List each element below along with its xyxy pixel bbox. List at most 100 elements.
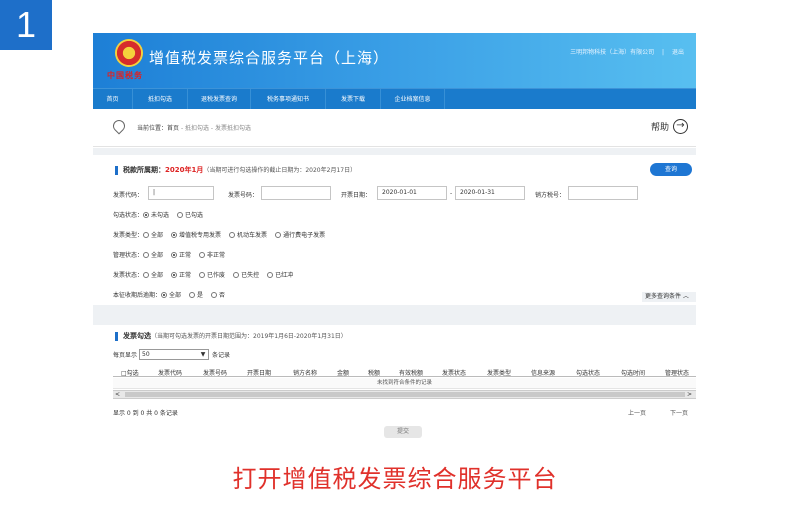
radio-vehicle[interactable]: 机动车发票 — [229, 230, 267, 239]
page-size-select[interactable]: 50 ▼ — [139, 349, 210, 360]
nav-deduction-select[interactable]: 抵扣勾选 — [133, 89, 188, 110]
radio-checked-icon — [171, 251, 178, 258]
radio-selected[interactable]: 已勾选 — [177, 210, 203, 219]
page-size-value: 50 — [142, 351, 150, 358]
site-title: 增值税发票综合服务平台（上海） — [149, 49, 390, 67]
submit-button[interactable]: 提交 — [384, 426, 422, 438]
radio-toll-e-invoice[interactable]: 通行费电子发票 — [275, 230, 325, 239]
help-button[interactable]: 帮助 → — [651, 119, 688, 134]
next-page-link[interactable]: 下一页 — [670, 410, 688, 417]
breadcrumb: 当前位置：首页 - 抵扣勾选 - 发票抵扣勾选 — [137, 123, 251, 132]
radio-all[interactable]: 全部 — [143, 230, 163, 239]
pagination: 上一页 下一页 — [606, 408, 688, 417]
radio-text: 非正常 — [207, 252, 226, 259]
manage-status-group: 管理状态： 全部 正常 非正常 — [113, 250, 233, 259]
invoice-number-input[interactable] — [261, 186, 331, 200]
col-select-all[interactable]: □勾选 — [121, 368, 139, 377]
horizontal-scrollbar[interactable]: < > — [113, 390, 696, 399]
scroll-left-icon[interactable]: < — [115, 391, 120, 398]
arrow-right-circle-icon: → — [673, 119, 688, 134]
selection-title-text: 发票勾选 — [123, 332, 151, 340]
date-separator: - — [450, 190, 453, 197]
period-label: 税款所属期： — [123, 166, 165, 174]
section-divider — [93, 148, 696, 155]
nav-home[interactable]: 首页 — [93, 89, 133, 110]
radio-vat-special[interactable]: 增值税专用发票 — [171, 230, 221, 239]
nav-invoice-download[interactable]: 发票下载 — [326, 89, 381, 110]
more-conditions-toggle[interactable]: 更多查询条件 ︿ — [642, 292, 696, 302]
site-header: 中国税务 增值税发票综合服务平台（上海） 三明邦物科技（上海）有限公司 | 退出 — [93, 33, 696, 88]
radio-no[interactable]: 否 — [211, 290, 225, 299]
col-tax: 税额 — [368, 370, 381, 377]
radio-yes[interactable]: 是 — [189, 290, 203, 299]
emblem-text: 中国税务 — [107, 70, 143, 80]
invoice-code-input[interactable]: | — [148, 186, 214, 200]
separator: | — [662, 49, 665, 56]
period-value: 2020年1月 — [165, 166, 204, 174]
empty-table-message: 未找到符合条件的记录 — [113, 378, 696, 389]
col-invoice-type: 发票类型 — [487, 370, 512, 377]
radio-icon — [199, 271, 206, 278]
seller-tax-label: 销方税号： — [535, 192, 566, 199]
radio-icon — [211, 291, 218, 298]
radio-text: 全部 — [151, 272, 164, 279]
instruction-caption: 打开增值税发票综合服务平台 — [232, 465, 558, 493]
radio-text: 全部 — [151, 232, 164, 239]
radio-icon — [275, 231, 282, 238]
nav-company-profile[interactable]: 企业档案信息 — [381, 89, 445, 110]
date-from-input[interactable]: 2020-01-01 — [377, 186, 447, 200]
date-to-input[interactable]: 2020-01-31 — [455, 186, 525, 200]
radio-normal[interactable]: 正常 — [171, 250, 191, 259]
selection-title: 发票勾选（当期可勾选发票的开票日期范围为：2019年1月6日-2020年1月31… — [115, 332, 347, 341]
breadcrumb-bar: 当前位置：首页 - 抵扣勾选 - 发票抵扣勾选 帮助 → — [93, 109, 696, 147]
col-invoice-number: 发票号码 — [203, 370, 228, 377]
prev-page-link[interactable]: 上一页 — [628, 410, 646, 417]
period-note: （当期可进行勾选操作的截止日期为：2020年2月17日） — [203, 167, 357, 174]
invoice-type-label: 发票类型： — [113, 232, 144, 239]
radio-out-of-control[interactable]: 已失控 — [233, 270, 259, 279]
radio-text: 机动车发票 — [237, 232, 268, 239]
help-label: 帮助 — [650, 123, 669, 133]
scroll-thumb[interactable] — [125, 392, 685, 397]
radio-voided[interactable]: 已作废 — [199, 270, 225, 279]
logout-link[interactable]: 退出 — [672, 49, 684, 56]
radio-text: 增值税专用发票 — [179, 232, 222, 239]
radio-normal[interactable]: 正常 — [171, 270, 191, 279]
company-name: 三明邦物科技（上海）有限公司 — [570, 49, 655, 56]
radio-text: 已作废 — [207, 272, 226, 279]
radio-checked-icon — [171, 231, 178, 238]
invoice-status-group: 发票状态： 全部 正常 已作废 已失控 已红冲 — [113, 270, 301, 279]
col-info-source: 信息来源 — [531, 370, 556, 377]
breadcrumb-prefix: 当前位置： — [137, 125, 168, 132]
radio-icon — [229, 231, 236, 238]
overdue-group: 本征收期后逾期： 全部 是 否 — [113, 290, 233, 299]
radio-unselected[interactable]: 未勾选 — [143, 210, 169, 219]
col-invoice-code: 发票代码 — [158, 370, 183, 377]
nav-refund-query[interactable]: 退税发票查询 — [188, 89, 251, 110]
seller-tax-input[interactable] — [568, 186, 638, 200]
radio-all[interactable]: 全部 — [161, 290, 181, 299]
col-select-time: 勾选时间 — [621, 370, 646, 377]
record-count: 显示 0 到 0 共 0 条记录 — [113, 410, 178, 417]
radio-all[interactable]: 全部 — [143, 250, 163, 259]
invoice-date-label: 开票日期： — [341, 192, 372, 199]
radio-text: 已红冲 — [275, 272, 294, 279]
col-amount: 金额 — [337, 370, 350, 377]
radio-checked-icon — [161, 291, 168, 298]
invoice-status-label: 发票状态： — [113, 272, 144, 279]
radio-checked-icon — [143, 211, 150, 218]
user-info: 三明邦物科技（上海）有限公司 | 退出 — [564, 47, 684, 56]
radio-icon — [199, 251, 206, 258]
breadcrumb-home[interactable]: 首页 — [167, 125, 179, 132]
scroll-right-icon[interactable]: > — [687, 391, 692, 398]
radio-abnormal[interactable]: 非正常 — [199, 250, 225, 259]
radio-text: 正常 — [179, 252, 192, 259]
radio-all[interactable]: 全部 — [143, 270, 163, 279]
radio-text: 已勾选 — [185, 212, 204, 219]
radio-text: 未勾选 — [151, 212, 170, 219]
nav-tax-notices[interactable]: 税务事项通知书 — [251, 89, 326, 110]
radio-red-reversed[interactable]: 已红冲 — [267, 270, 293, 279]
location-pin-icon — [110, 117, 128, 135]
query-button[interactable]: 查询 — [650, 163, 692, 176]
col-select-status: 勾选状态 — [576, 370, 601, 377]
